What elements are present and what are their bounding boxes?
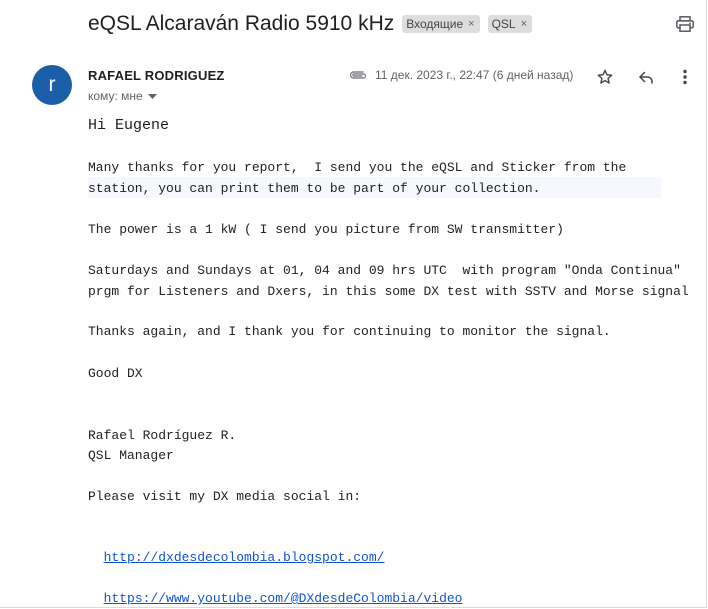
reply-button[interactable]	[634, 65, 658, 89]
body-paragraph-3-line-1: Saturdays and Sundays at 01, 04 and 09 h…	[88, 263, 681, 278]
youtube-link[interactable]: https://www.youtube.com/@DXdesdeColombia…	[104, 591, 463, 606]
youtube-link-line: https://www.youtube.com/@DXdesdeColombia…	[88, 569, 463, 609]
body-paragraph-6: Please visit my DX media social in:	[88, 489, 362, 504]
subject-row: eQSL Alcaraván Radio 5910 kHz Входящие ×…	[88, 10, 533, 38]
label-chip-qsl[interactable]: QSL ×	[487, 15, 533, 33]
label-chip-inbox[interactable]: Входящие ×	[402, 15, 480, 33]
body-paragraph-1-line-2: station, you can print them to be part o…	[88, 181, 541, 196]
email-subject: eQSL Alcaraván Radio 5910 kHz	[88, 12, 395, 35]
paperclip-icon	[349, 71, 367, 79]
label-chip-qsl-text: QSL	[491, 17, 516, 31]
sender-name[interactable]: RAFAEL RODRIGUEZ	[88, 68, 225, 83]
remove-label-inbox-button[interactable]: ×	[468, 18, 474, 30]
body-greeting: Hi Eugene	[88, 117, 170, 134]
more-options-button[interactable]	[673, 65, 697, 89]
signature-name: Rafael Rodríguez R.	[88, 428, 237, 443]
more-vert-icon	[683, 69, 687, 85]
print-button[interactable]	[674, 13, 696, 35]
body-paragraph-5: Good DX	[88, 366, 143, 381]
body-paragraph-4: Thanks again, and I thank you for contin…	[88, 324, 611, 339]
blog-link[interactable]: http://dxdesdecolombia.blogspot.com/	[104, 550, 385, 565]
star-icon	[597, 69, 613, 84]
body-paragraph-2: The power is a 1 kW ( I send you picture…	[88, 222, 564, 237]
body-paragraph-1-line-1: Many thanks for you report, I send you t…	[88, 160, 627, 175]
blog-link-line: http://dxdesdecolombia.blogspot.com/	[88, 528, 385, 568]
avatar-letter: r	[48, 73, 56, 96]
remove-label-qsl-button[interactable]: ×	[521, 18, 527, 30]
signature-title: QSL Manager	[88, 448, 174, 463]
label-chip-inbox-text: Входящие	[406, 17, 464, 31]
avatar[interactable]: r	[32, 65, 72, 105]
email-date: 11 дек. 2023 г., 22:47 (6 дней назад)	[375, 68, 574, 82]
recipient-text: кому: мне	[88, 89, 143, 103]
recipient-details-toggle[interactable]: кому: мне	[88, 89, 157, 103]
star-button[interactable]	[593, 65, 617, 89]
printer-icon	[676, 16, 694, 32]
reply-icon	[639, 71, 653, 84]
caret-down-icon	[147, 93, 157, 99]
body-paragraph-3-line-2: prgm for Listeners and Dxers, in this so…	[88, 284, 689, 299]
